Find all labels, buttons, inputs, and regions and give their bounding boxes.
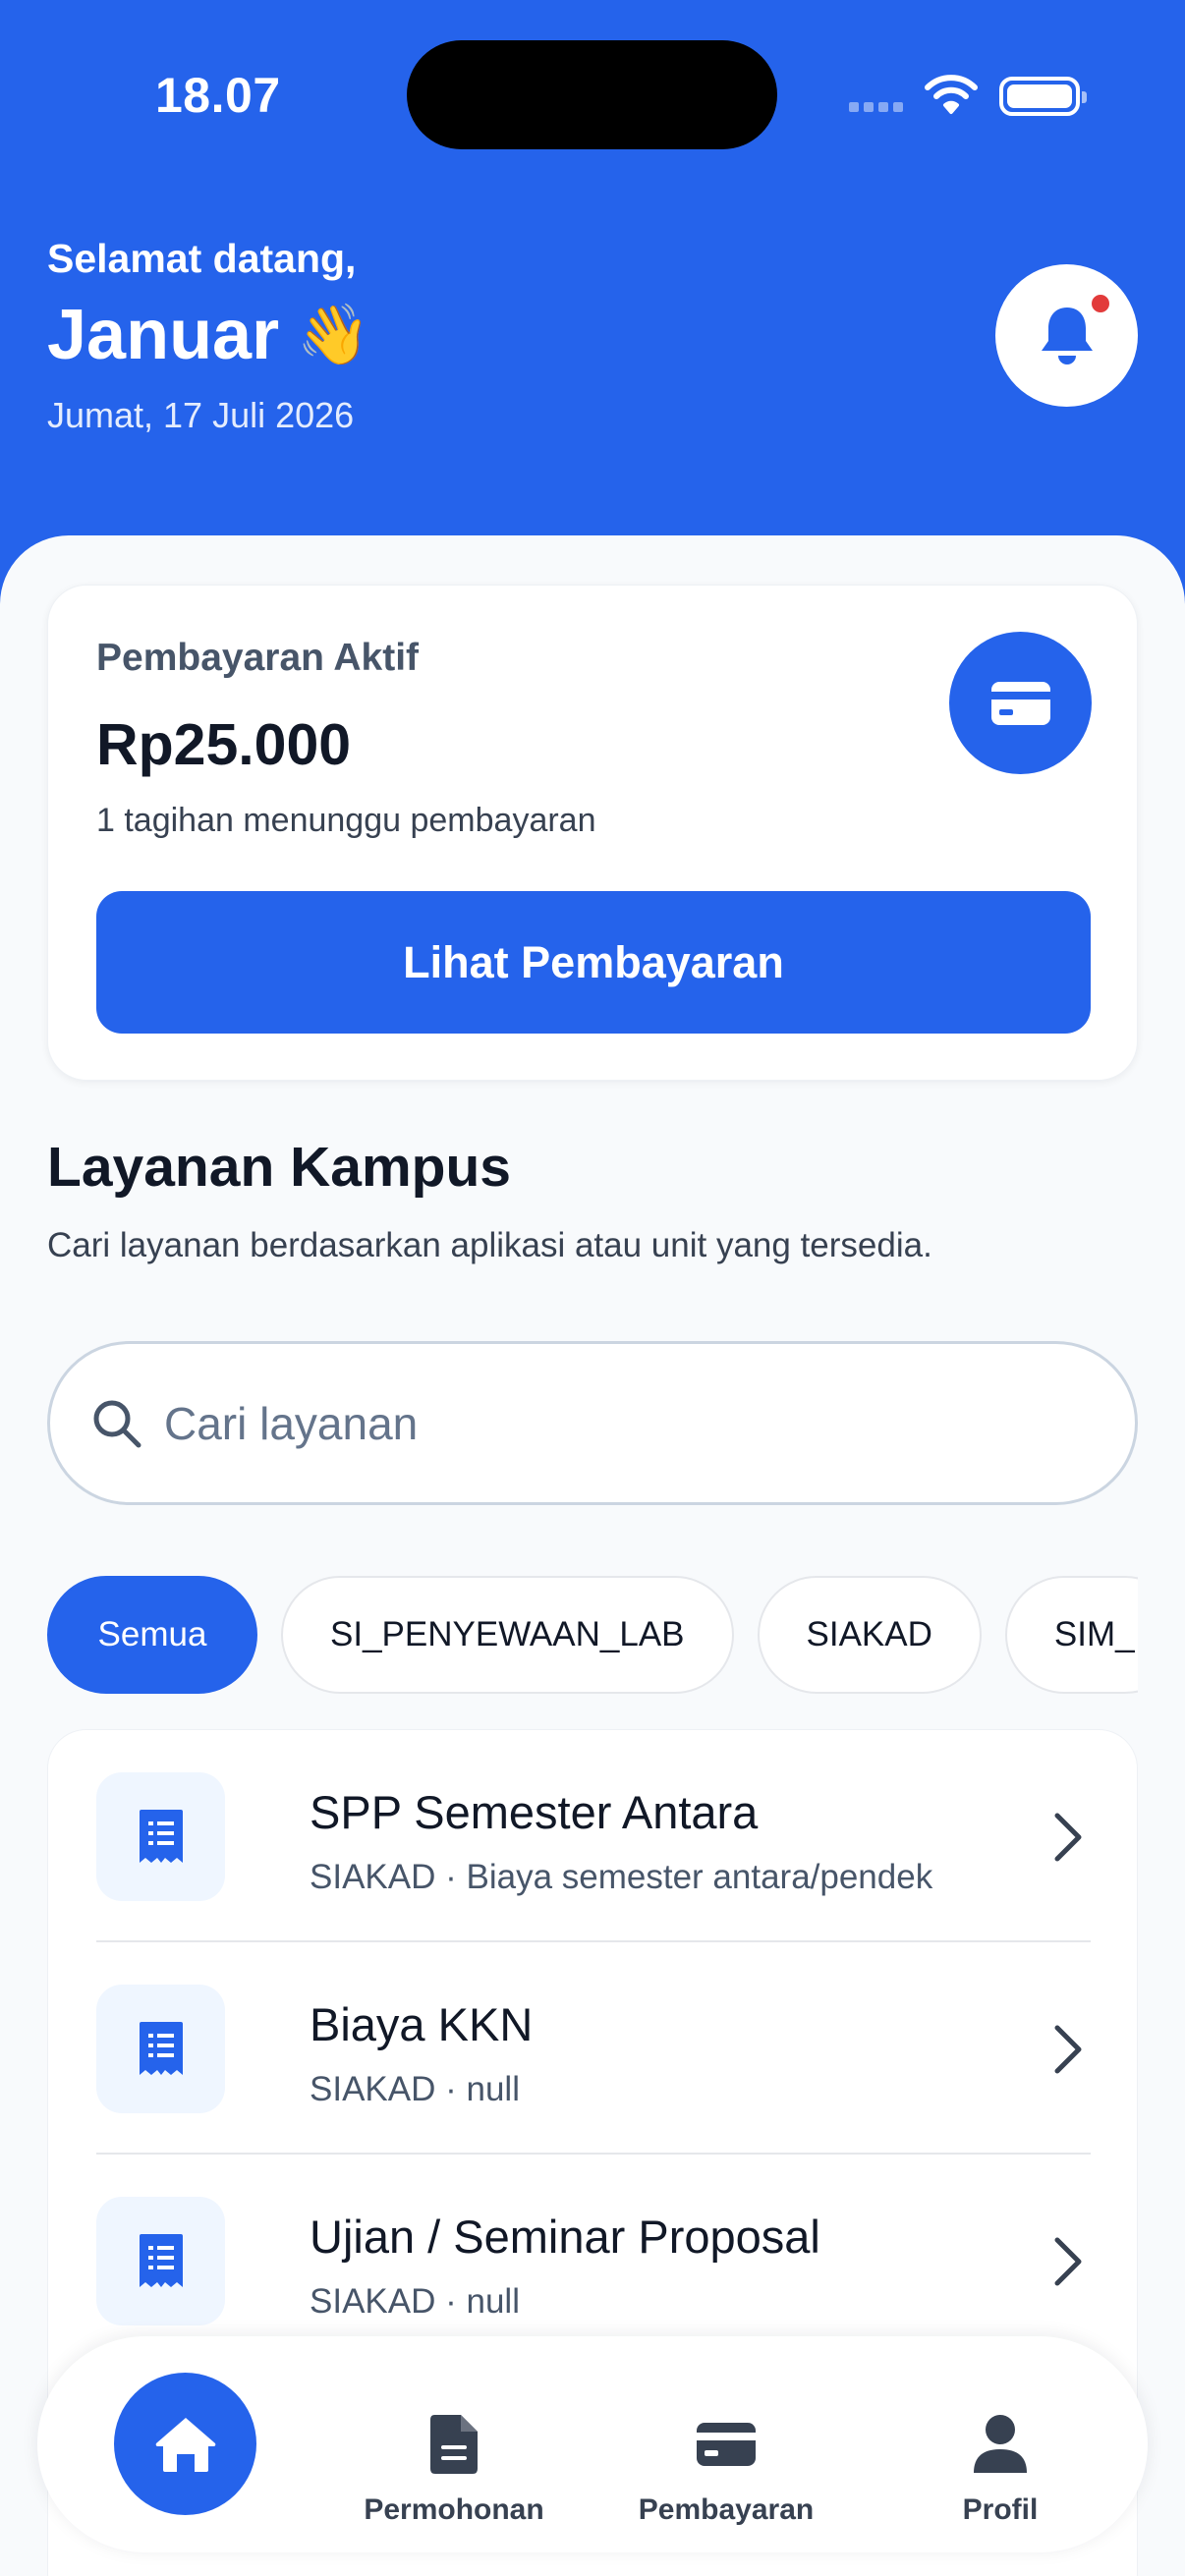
- filter-chip-semua[interactable]: Semua: [47, 1576, 257, 1694]
- service-item-subtitle: SIAKAD · Biaya semester antara/pendek: [310, 1858, 933, 1896]
- current-date: Jumat, 17 Juli 2026: [47, 395, 355, 435]
- chevron-right-icon: [1054, 1813, 1082, 1862]
- payment-card-icon-circle: [949, 632, 1092, 774]
- services-title: Layanan Kampus: [47, 1136, 511, 1199]
- nav-label: Profil: [962, 2493, 1039, 2526]
- wifi-icon: [925, 75, 978, 114]
- filter-chip-siakad[interactable]: SIAKAD: [757, 1576, 982, 1694]
- service-item-spp-semester-antara[interactable]: SPP Semester Antara SIAKAD · Biaya semes…: [96, 1730, 1091, 1942]
- chevron-right-icon: [1054, 2025, 1082, 2074]
- service-item-subtitle: SIAKAD · null: [310, 2070, 520, 2108]
- dynamic-island: [407, 40, 777, 149]
- home-icon: [155, 2417, 215, 2472]
- service-search-box[interactable]: [47, 1341, 1138, 1505]
- active-payment-card: Pembayaran Aktif Rp25.000 1 tagihan menu…: [47, 585, 1138, 1081]
- receipt-icon: [139, 2233, 183, 2287]
- payment-amount: Rp25.000: [96, 712, 352, 777]
- filter-chips: Semua SI_PENYEWAAN_LAB SIAKAD SIM_: [47, 1576, 1138, 1696]
- chevron-right-icon: [1054, 2237, 1082, 2286]
- nav-label: Pembayaran: [638, 2493, 815, 2526]
- username: Januar: [47, 296, 280, 374]
- service-item-title: Biaya KKN: [310, 1998, 534, 2050]
- service-search-input[interactable]: [164, 1396, 1048, 1450]
- filter-chip-si-penyewaan-lab[interactable]: SI_PENYEWAAN_LAB: [281, 1576, 734, 1694]
- search-icon: [93, 1400, 141, 1447]
- waving-hand-emoji: 👋: [297, 302, 370, 367]
- credit-card-icon: [697, 2423, 756, 2466]
- receipt-icon: [139, 2021, 183, 2075]
- payment-subtitle: 1 tagihan menunggu pembayaran: [96, 802, 596, 839]
- document-icon: [430, 2415, 478, 2474]
- notification-badge: [1089, 292, 1112, 315]
- status-time: 18.07: [155, 68, 281, 123]
- cellular-signal-icon: [849, 102, 903, 112]
- services-subtitle: Cari layanan berdasarkan aplikasi atau u…: [47, 1226, 932, 1264]
- service-item-subtitle: SIAKAD · null: [310, 2282, 520, 2321]
- user-icon: [974, 2415, 1027, 2473]
- username-row: Januar 👋: [47, 295, 370, 375]
- nav-label: Permohonan: [364, 2493, 544, 2526]
- nav-profil[interactable]: Profil: [941, 2336, 1059, 2552]
- greeting-text: Selamat datang,: [47, 236, 357, 281]
- row-icon-box: [96, 1985, 225, 2113]
- status-bar: 18.07: [0, 0, 1185, 187]
- service-item-title: Ujian / Seminar Proposal: [310, 2211, 820, 2263]
- row-icon-box: [96, 1772, 225, 1901]
- view-payments-button[interactable]: Lihat Pembayaran: [96, 891, 1091, 1034]
- service-item-title: SPP Semester Antara: [310, 1786, 759, 1838]
- notification-button[interactable]: [995, 264, 1138, 407]
- row-icon-box: [96, 2197, 225, 2325]
- nav-home-button[interactable]: [114, 2373, 256, 2515]
- payment-card-title: Pembayaran Aktif: [96, 637, 420, 679]
- credit-card-icon: [990, 681, 1050, 725]
- bottom-navigation: Permohonan Pembayaran Profil: [37, 2336, 1148, 2552]
- service-item-ujian-seminar-proposal[interactable]: Ujian / Seminar Proposal SIAKAD · null: [96, 2155, 1091, 2367]
- bell-icon: [1041, 307, 1093, 364]
- battery-icon: [999, 77, 1087, 116]
- nav-pembayaran[interactable]: Pembayaran: [628, 2336, 824, 2552]
- service-item-biaya-kkn[interactable]: Biaya KKN SIAKAD · null: [96, 1942, 1091, 2155]
- nav-permohonan[interactable]: Permohonan: [364, 2336, 544, 2552]
- filter-chip-sim[interactable]: SIM_: [1004, 1576, 1138, 1694]
- receipt-icon: [139, 1809, 183, 1863]
